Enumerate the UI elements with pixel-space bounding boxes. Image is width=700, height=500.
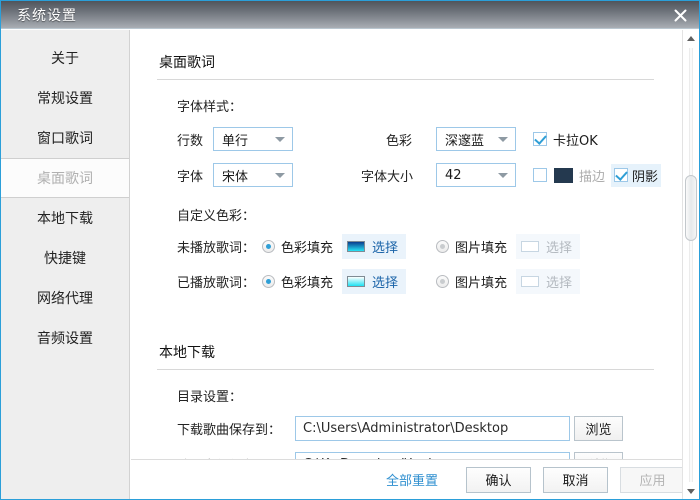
sidebar-item-about[interactable]: 关于: [1, 38, 129, 78]
stroke-label[interactable]: 描边: [579, 166, 605, 185]
section-divider: [157, 79, 654, 80]
stroke-color-swatch[interactable]: [554, 167, 573, 183]
song-save-path-value: C:\Users\Administrator\Desktop: [303, 421, 509, 436]
played-lyric-label: 已播放歌词：: [177, 276, 256, 291]
played-color-fill-radio[interactable]: [262, 275, 275, 288]
color-select[interactable]: 深邃蓝: [436, 127, 516, 151]
chevron-down-icon: [498, 137, 508, 142]
sidebar-item-label: 音频设置: [37, 331, 93, 347]
sidebar-item-label: 本地下载: [37, 211, 93, 227]
dialog-footer: 全部重置 确认 取消 应用: [131, 459, 699, 499]
played-image-swatch: [521, 276, 540, 287]
sidebar-item-label: 常规设置: [37, 91, 93, 107]
lines-label: 行数: [177, 133, 204, 149]
sidebar-item-shortcuts[interactable]: 快捷键: [1, 238, 129, 278]
directory-settings-label: 目录设置：: [177, 390, 243, 405]
sidebar: 关于 常规设置 窗口歌词 桌面歌词 本地下载 快捷键 网络代理 音频设置: [1, 30, 130, 499]
cancel-button-label: 取消: [562, 474, 589, 489]
song-save-path-input[interactable]: C:\Users\Administrator\Desktop: [295, 416, 570, 441]
font-select-value: 宋体: [222, 169, 249, 185]
reset-all-link[interactable]: 全部重置: [386, 470, 438, 489]
color-label: 色彩: [386, 133, 413, 149]
sidebar-item-label: 桌面歌词: [37, 171, 93, 187]
section-title-local-download: 本地下载: [159, 345, 215, 361]
karaoke-label[interactable]: 卡拉OK: [553, 130, 598, 149]
sidebar-item-desktop-lyric[interactable]: 桌面歌词: [1, 158, 129, 198]
lines-select-value: 单行: [222, 133, 249, 149]
played-image-fill-label[interactable]: 图片填充: [455, 272, 507, 291]
unplayed-color-fill-radio[interactable]: [262, 240, 275, 253]
scrollbar-thumb[interactable]: [685, 175, 697, 241]
sidebar-item-label: 快捷键: [44, 251, 86, 267]
shadow-checkbox[interactable]: [614, 168, 629, 182]
section-divider: [157, 369, 654, 370]
settings-window: 系统设置 关于 常规设置 窗口歌词 桌面歌词 本地下载 快捷键 网络代理 音频设…: [0, 0, 700, 500]
close-icon[interactable]: [667, 3, 693, 27]
window-title: 系统设置: [17, 8, 77, 24]
sidebar-item-label: 窗口歌词: [37, 131, 93, 147]
sidebar-item-label: 关于: [51, 51, 79, 67]
unplayed-color-pick-label: 选择: [372, 241, 399, 256]
font-size-select-value: 42: [445, 167, 462, 183]
unplayed-image-pick-button: 选择: [516, 234, 581, 259]
unplayed-color-fill-label[interactable]: 色彩填充: [281, 237, 333, 256]
cancel-button[interactable]: 取消: [543, 466, 608, 493]
chevron-down-icon[interactable]: [683, 483, 699, 499]
custom-color-label: 自定义色彩：: [177, 209, 256, 224]
ok-button-label: 确认: [485, 474, 512, 489]
sidebar-item-local-download[interactable]: 本地下载: [1, 198, 129, 238]
vertical-scrollbar[interactable]: [682, 30, 699, 499]
sidebar-item-audio-settings[interactable]: 音频设置: [1, 318, 129, 358]
song-browse-button[interactable]: 浏览: [574, 416, 623, 441]
apply-button-label: 应用: [639, 474, 666, 489]
section-title-desktop-lyric: 桌面歌词: [159, 55, 215, 71]
played-color-swatch: [347, 276, 366, 287]
song-browse-label: 浏览: [585, 423, 612, 438]
chevron-down-icon: [275, 173, 285, 178]
font-size-label: 字体大小: [361, 169, 414, 185]
unplayed-image-swatch: [521, 241, 540, 252]
stroke-checkbox[interactable]: [533, 168, 547, 182]
played-image-pick-button: 选择: [516, 269, 581, 294]
sidebar-top-spacer: [1, 30, 129, 38]
song-save-path-label: 下载歌曲保存到：: [177, 423, 282, 438]
color-select-value: 深邃蓝: [445, 133, 485, 149]
sidebar-item-window-lyric[interactable]: 窗口歌词: [1, 118, 129, 158]
sidebar-item-general[interactable]: 常规设置: [1, 78, 129, 118]
font-size-select[interactable]: 42: [436, 163, 516, 187]
chevron-down-icon: [498, 173, 508, 178]
apply-button: 应用: [620, 466, 685, 493]
unplayed-image-fill-label[interactable]: 图片填充: [455, 237, 507, 256]
sidebar-item-network-proxy[interactable]: 网络代理: [1, 278, 129, 318]
settings-content: 桌面歌词 字体样式： 行数 单行 色彩 深邃蓝 卡拉OK 字体 宋体 字体大小 …: [131, 30, 699, 499]
played-color-pick-label: 选择: [372, 276, 399, 291]
scrollbar-track[interactable]: [689, 48, 693, 482]
font-label: 字体: [177, 169, 204, 185]
lines-select[interactable]: 单行: [213, 127, 293, 151]
karaoke-checkbox[interactable]: [533, 132, 547, 146]
title-bar: 系统设置: [1, 1, 699, 29]
unplayed-color-pick-button[interactable]: 选择: [342, 234, 407, 259]
font-style-label: 字体样式：: [177, 100, 243, 115]
shadow-label[interactable]: 阴影: [632, 166, 658, 185]
ok-button[interactable]: 确认: [466, 466, 531, 493]
played-image-pick-label: 选择: [546, 276, 573, 291]
chevron-up-icon[interactable]: [683, 30, 699, 47]
unplayed-image-fill-radio[interactable]: [436, 240, 450, 253]
font-select[interactable]: 宋体: [213, 163, 293, 187]
unplayed-image-pick-label: 选择: [546, 241, 573, 256]
unplayed-lyric-label: 未播放歌词：: [177, 241, 256, 256]
unplayed-color-swatch: [347, 241, 366, 252]
settings-scroll-body: 桌面歌词 字体样式： 行数 单行 色彩 深邃蓝 卡拉OK 字体 宋体 字体大小 …: [131, 30, 683, 477]
sidebar-item-label: 网络代理: [37, 291, 93, 307]
chevron-down-icon: [275, 137, 285, 142]
played-color-fill-label[interactable]: 色彩填充: [281, 272, 333, 291]
played-image-fill-radio[interactable]: [436, 275, 450, 288]
played-color-pick-button[interactable]: 选择: [342, 269, 407, 294]
